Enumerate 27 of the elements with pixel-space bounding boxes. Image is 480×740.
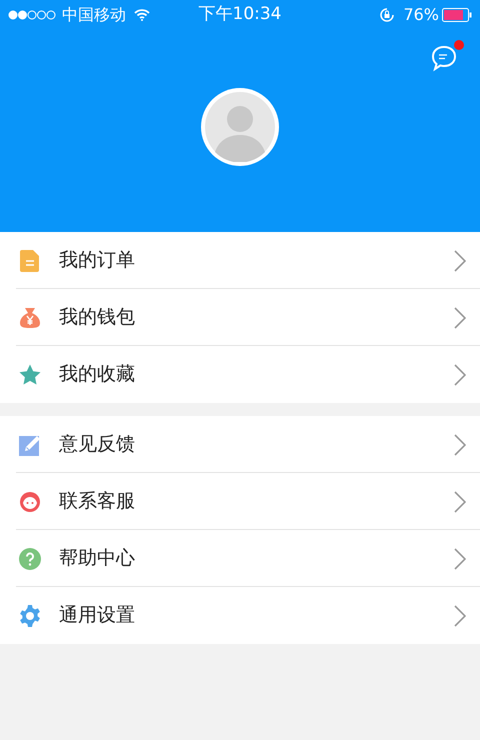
menu-item-label[interactable]: 意见反馈 (59, 430, 135, 459)
menu-item-label[interactable]: 帮助中心 (59, 544, 135, 573)
menu-item-label[interactable]: 我的订单 (59, 246, 135, 275)
chevron-right-icon[interactable] (454, 434, 466, 456)
chevron-right-icon[interactable] (454, 364, 466, 386)
clock: 下午10:34 (198, 3, 282, 26)
money-bag-icon (18, 306, 42, 330)
menu-item-label[interactable]: 联系客服 (59, 487, 135, 516)
chevron-right-icon[interactable] (454, 548, 466, 570)
wifi-icon (134, 9, 150, 21)
battery-percent: 76% (403, 4, 439, 26)
menu-item-label[interactable]: 我的钱包 (59, 303, 135, 332)
signal-icon (8, 10, 56, 20)
star-icon (18, 362, 42, 386)
chevron-right-icon[interactable] (454, 306, 466, 328)
rotation-lock-icon (379, 7, 396, 23)
menu-item-label[interactable]: 通用设置 (59, 601, 135, 630)
battery-icon (442, 8, 472, 22)
chevron-right-icon[interactable] (454, 250, 466, 272)
carrier-name: 中国移动 (62, 4, 126, 26)
chevron-right-icon[interactable] (454, 490, 466, 512)
chevron-right-icon[interactable] (454, 604, 466, 626)
headset-person-icon (18, 490, 42, 514)
menu-item-label[interactable]: 我的收藏 (59, 360, 135, 389)
document-icon (19, 248, 41, 272)
settings-icon (18, 604, 42, 628)
question-icon (18, 546, 42, 570)
